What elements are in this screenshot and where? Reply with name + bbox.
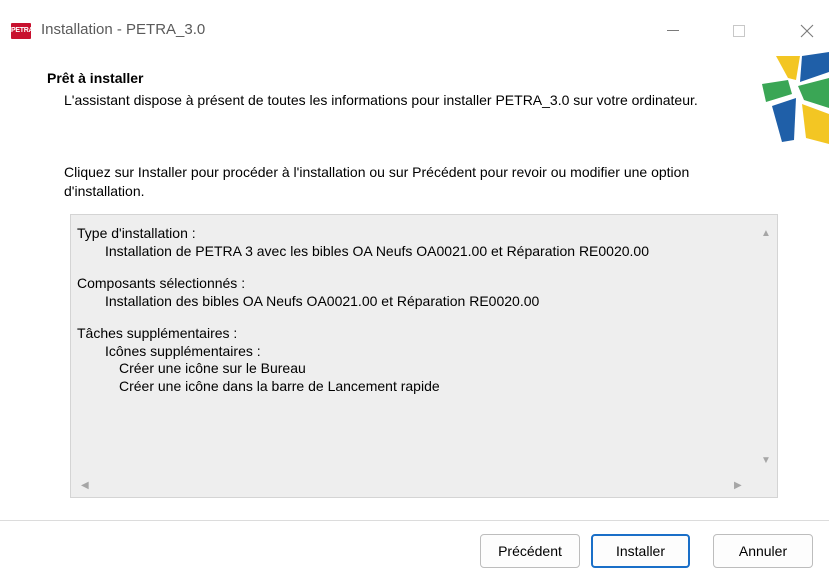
page-title: Prêt à installer bbox=[47, 70, 144, 86]
maximize-icon bbox=[733, 25, 745, 37]
horizontal-scrollbar[interactable]: ◀ ▶ bbox=[71, 473, 755, 497]
install-type-label: Type d'installation : bbox=[77, 225, 196, 241]
scroll-left-icon[interactable]: ◀ bbox=[81, 481, 89, 491]
install-type-value: Installation de PETRA 3 avec les bibles … bbox=[105, 242, 649, 259]
cancel-button[interactable]: Annuler bbox=[713, 534, 813, 568]
close-button[interactable] bbox=[785, 14, 829, 48]
close-icon bbox=[800, 24, 814, 38]
instruction-text: Cliquez sur Installer pour procéder à l'… bbox=[64, 164, 690, 199]
tasks-label: Tâches supplémentaires : bbox=[77, 325, 238, 341]
window-title: Installation - PETRA_3.0 bbox=[41, 21, 206, 38]
task-quicklaunch-icon: Créer une icône dans la barre de Lanceme… bbox=[119, 377, 440, 394]
scroll-down-icon[interactable]: ▼ bbox=[761, 456, 771, 466]
title-bar[interactable]: PETRA Installation - PETRA_3.0 bbox=[0, 0, 829, 52]
scroll-up-icon[interactable]: ▲ bbox=[761, 229, 771, 239]
components-value: Installation des bibles OA Neufs OA0021.… bbox=[105, 292, 540, 309]
petra-logo-icon bbox=[762, 52, 829, 144]
tasks-group: Icônes supplémentaires : bbox=[105, 342, 261, 359]
previous-button[interactable]: Précédent bbox=[480, 534, 580, 568]
page-description: L'assistant dispose à présent de toutes … bbox=[64, 92, 698, 108]
footer-divider bbox=[0, 520, 829, 521]
vertical-scrollbar[interactable]: ▲ ▼ bbox=[753, 215, 777, 475]
install-button[interactable]: Installer bbox=[591, 534, 690, 568]
components-label: Composants sélectionnés : bbox=[77, 275, 246, 291]
minimize-icon bbox=[667, 30, 679, 31]
summary-content: Type d'installation : Installation de PE… bbox=[77, 225, 757, 395]
scroll-right-icon[interactable]: ▶ bbox=[734, 481, 742, 491]
task-desktop-icon: Créer une icône sur le Bureau bbox=[119, 360, 306, 376]
maximize-button bbox=[717, 14, 761, 48]
minimize-button[interactable] bbox=[651, 14, 695, 48]
summary-memo[interactable]: Type d'installation : Installation de PE… bbox=[70, 214, 778, 498]
petra-app-icon: PETRA bbox=[11, 23, 34, 39]
